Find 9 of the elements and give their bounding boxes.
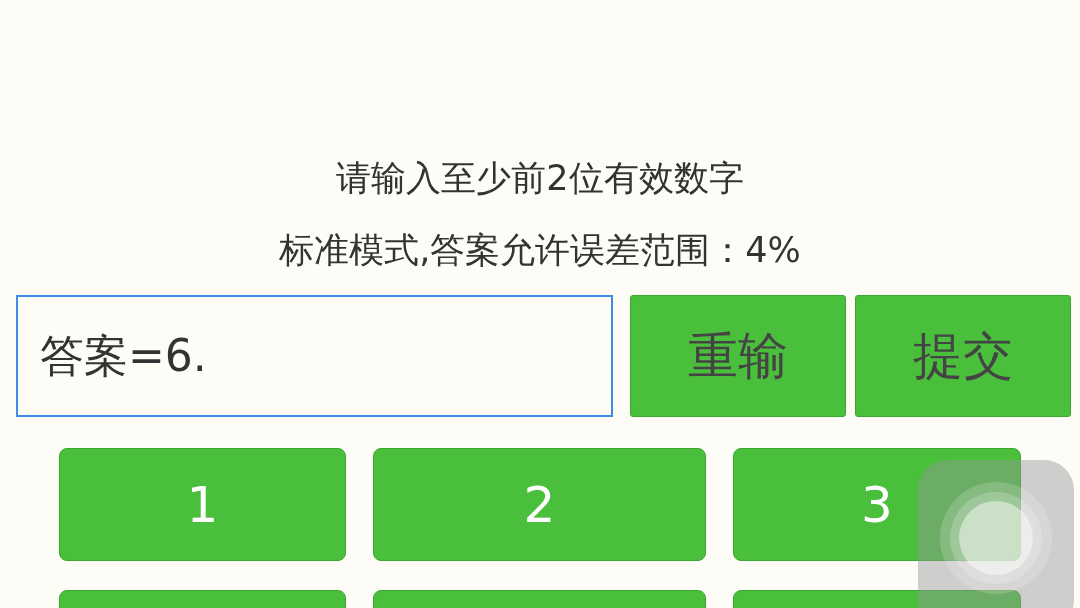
keypad-key[interactable]: 1 xyxy=(59,448,346,561)
action-button[interactable]: 重输 xyxy=(630,295,846,417)
instruction-text: 请输入至少前2位有效数字 xyxy=(336,156,744,200)
action-button[interactable]: 提交 xyxy=(855,295,1071,417)
assistive-touch-button[interactable] xyxy=(918,460,1074,608)
keypad-key[interactable]: 2 xyxy=(373,448,706,561)
answer-field[interactable]: 答案=6. xyxy=(16,295,613,417)
keypad-key[interactable]: 3 xyxy=(733,448,1021,561)
instruction-text: 标准模式,答案允许误差范围：4% xyxy=(279,228,801,272)
